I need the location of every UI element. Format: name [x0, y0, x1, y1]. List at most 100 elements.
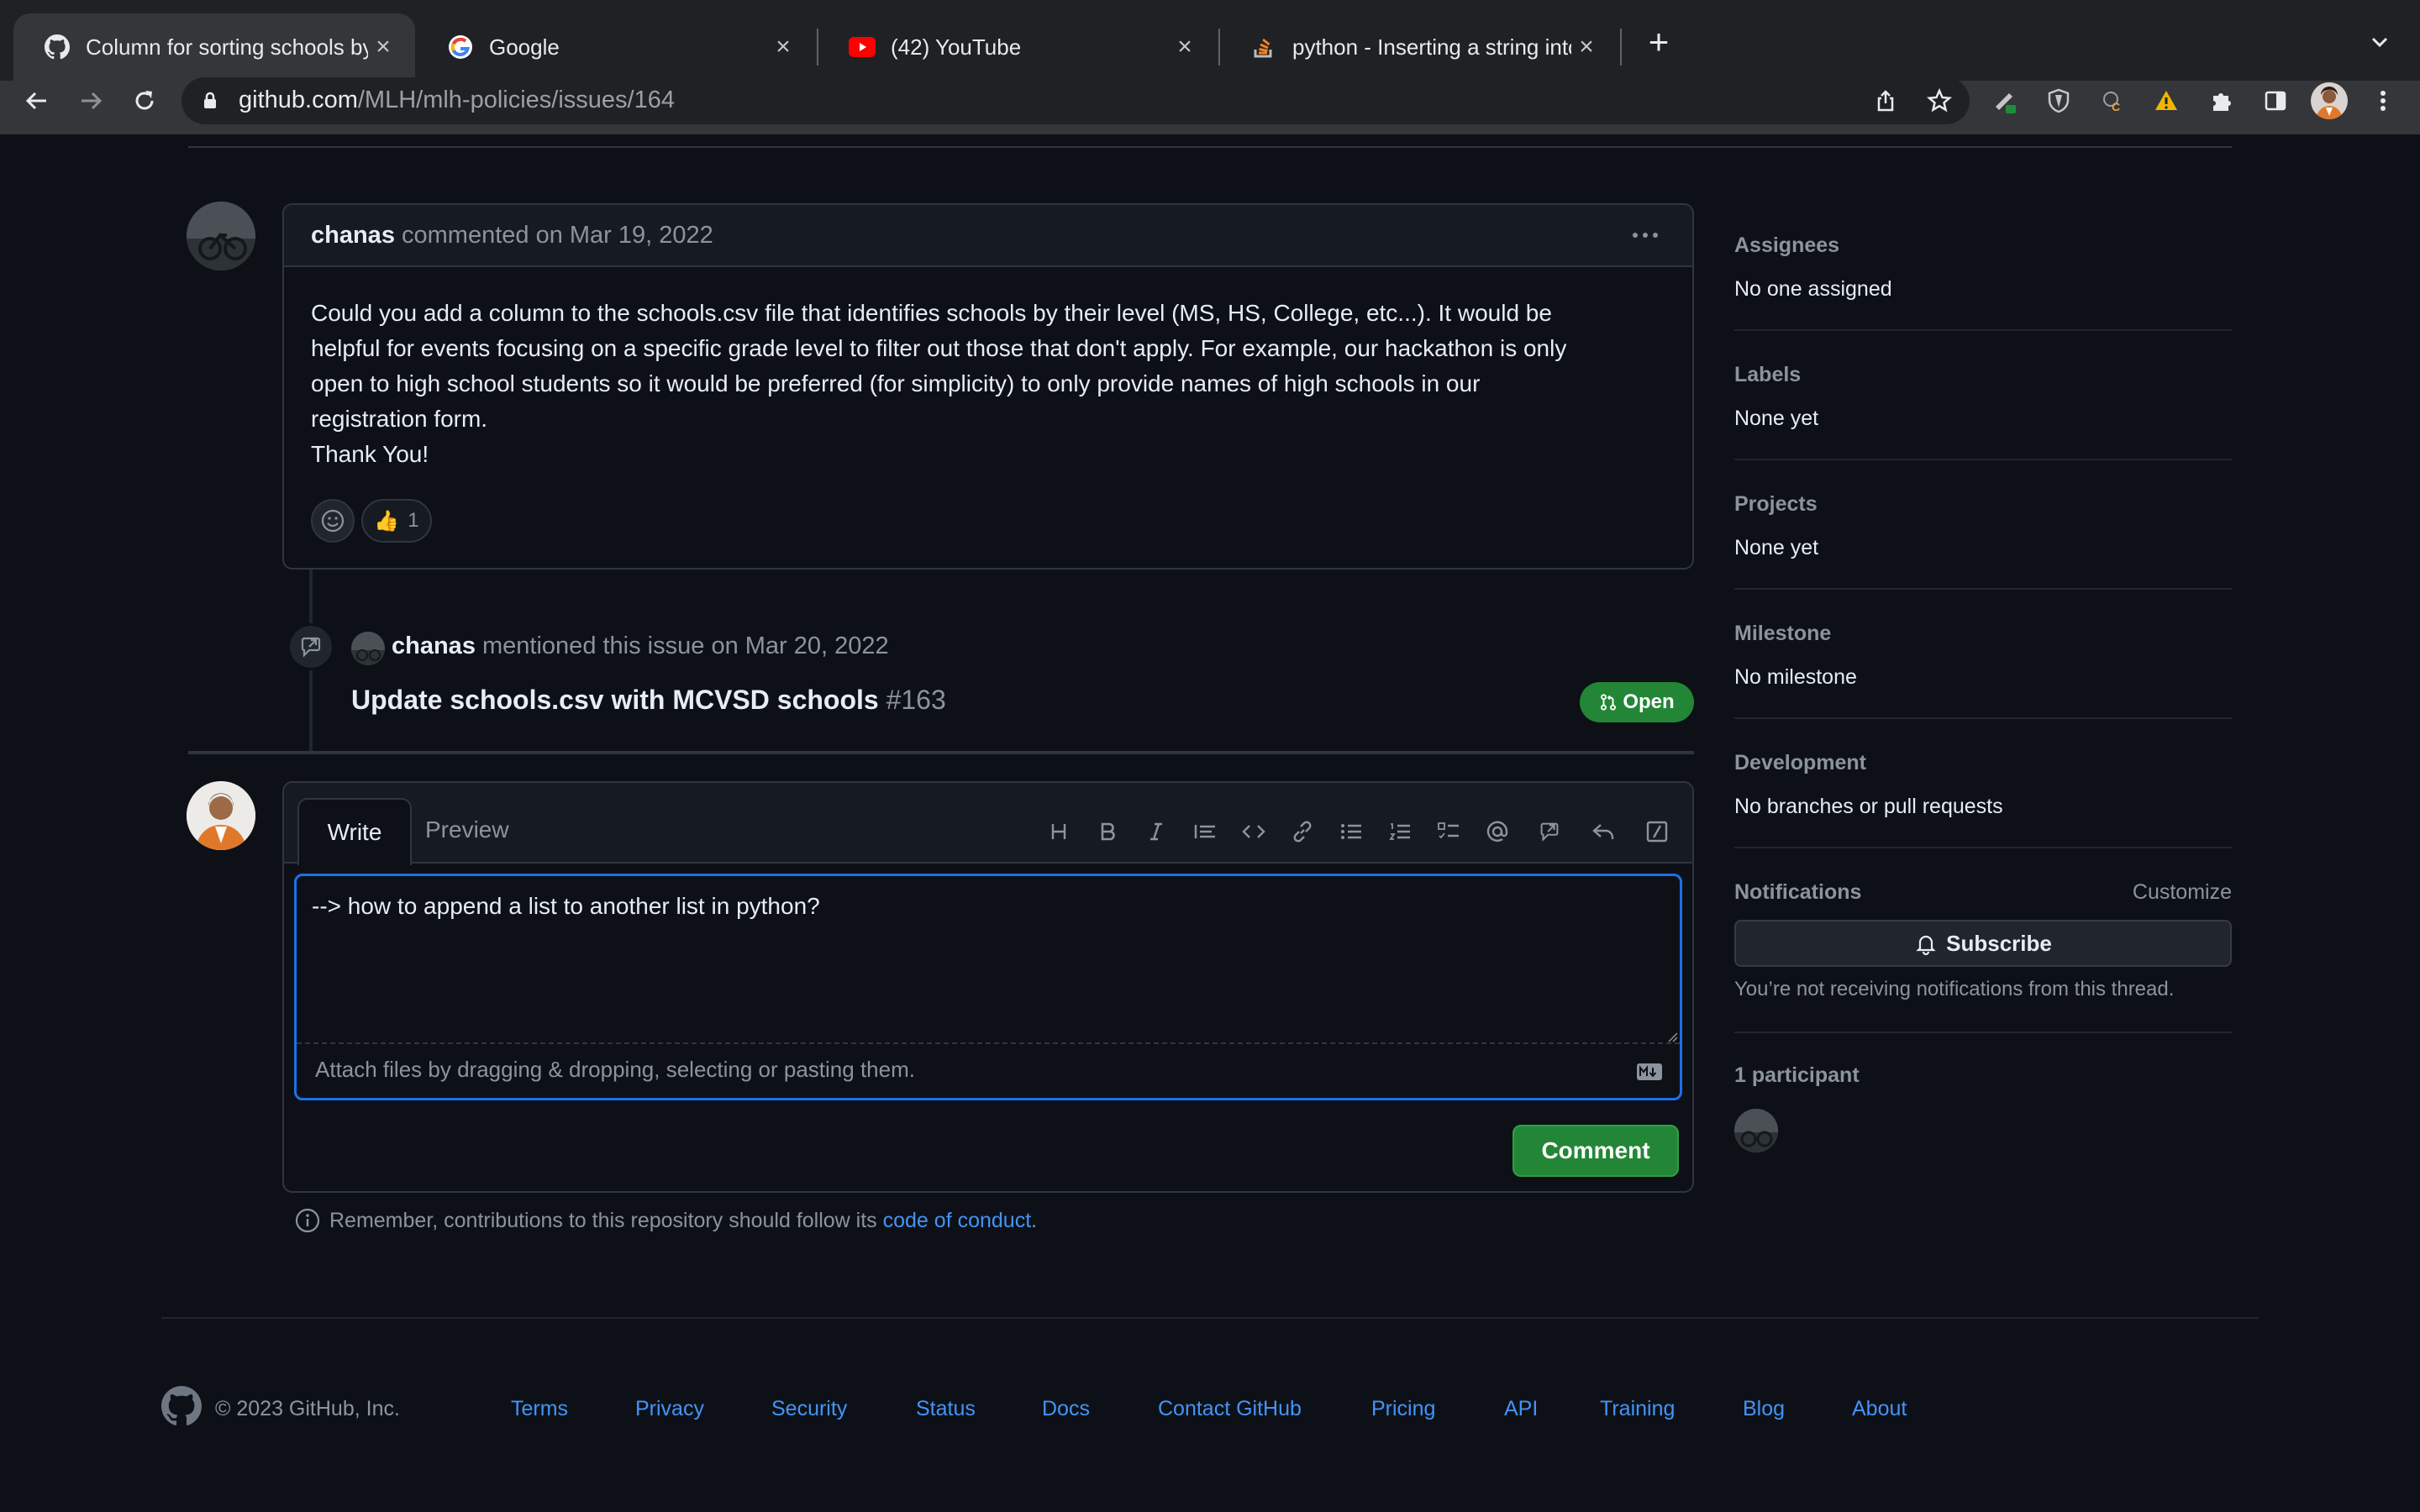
reload-icon[interactable]: [126, 82, 163, 119]
github-icon: [44, 34, 71, 60]
referenced-pr-link[interactable]: Update schools.csv with MCVSD schools #1…: [351, 685, 946, 716]
thumbs-up-reaction-button[interactable]: 👍 1: [361, 499, 432, 543]
tab-google[interactable]: Google ×: [417, 13, 815, 81]
comment-options-kebab-icon[interactable]: [1628, 222, 1662, 249]
code-of-conduct-link[interactable]: code of conduct: [883, 1209, 1032, 1232]
projects-label[interactable]: Projects: [1734, 492, 1818, 517]
footer-divider: [161, 1317, 2259, 1319]
mention-event-text: chanas mentioned this issue on Mar 20, 2…: [392, 633, 889, 660]
footer-link-pricing[interactable]: Pricing: [1371, 1397, 1435, 1421]
footer-link-status[interactable]: Status: [916, 1397, 976, 1421]
tab-preview[interactable]: Preview: [425, 816, 509, 843]
shield-extension-icon[interactable]: [2040, 82, 2077, 119]
footer-link-training[interactable]: Training: [1600, 1397, 1675, 1421]
milestone-label[interactable]: Milestone: [1734, 622, 1831, 646]
task-list-icon[interactable]: [1432, 815, 1465, 848]
sidebar-divider: [1734, 717, 2232, 719]
quote-icon[interactable]: [1188, 815, 1222, 848]
extensions-puzzle-icon[interactable]: [2203, 82, 2240, 119]
cross-reference-toolbar-icon[interactable]: [1533, 815, 1566, 848]
share-icon[interactable]: [1867, 82, 1904, 119]
close-tab-icon[interactable]: ×: [1571, 33, 1602, 61]
tab-github-issue[interactable]: Column for sorting schools by ×: [13, 13, 415, 81]
back-arrow-icon[interactable]: [18, 82, 55, 119]
footer-link-docs[interactable]: Docs: [1042, 1397, 1090, 1421]
markdown-icon[interactable]: [1636, 1063, 1663, 1081]
footer-link-privacy[interactable]: Privacy: [635, 1397, 704, 1421]
pen-extension-icon[interactable]: [1986, 82, 2023, 119]
close-tab-icon[interactable]: ×: [368, 33, 398, 61]
pr-state-label: Open: [1623, 690, 1675, 713]
unordered-list-icon[interactable]: [1334, 815, 1368, 848]
assignees-label[interactable]: Assignees: [1734, 234, 1839, 258]
footer-link-terms[interactable]: Terms: [511, 1397, 568, 1421]
new-tab-plus-icon[interactable]: +: [1640, 22, 1677, 61]
bold-icon[interactable]: [1091, 815, 1124, 848]
link-icon[interactable]: [1286, 815, 1319, 848]
close-tab-icon[interactable]: ×: [1170, 33, 1200, 61]
footer-link-security[interactable]: Security: [771, 1397, 847, 1421]
mention-author-link[interactable]: chanas: [392, 633, 476, 659]
subscribe-button[interactable]: Subscribe: [1734, 920, 2232, 967]
url-text[interactable]: github.com/MLH/mlh-policies/issues/164: [239, 87, 675, 114]
comment-author-link[interactable]: chanas: [311, 222, 395, 249]
sidebar-divider: [1734, 588, 2232, 590]
attach-files-hint[interactable]: Attach files by dragging & dropping, sel…: [315, 1057, 915, 1083]
participant-avatar[interactable]: [1734, 1109, 1778, 1152]
italic-icon[interactable]: [1139, 815, 1173, 848]
bell-icon: [1916, 935, 1936, 955]
comment-body-line: registration form.: [311, 406, 488, 432]
comment-body: Could you add a column to the schools.cs…: [311, 296, 1672, 472]
footer-link-blog[interactable]: Blog: [1743, 1397, 1785, 1421]
heading-icon[interactable]: [1042, 815, 1076, 848]
comment-textarea[interactable]: --> how to append a list to another list…: [297, 876, 1680, 1044]
tab-write[interactable]: Write: [297, 798, 412, 865]
sidebar-divider: [1734, 1032, 2232, 1033]
lock-icon[interactable]: [198, 89, 222, 113]
mention-meta[interactable]: mentioned this issue on Mar 20, 2022: [482, 633, 889, 659]
footer-link-about[interactable]: About: [1852, 1397, 1907, 1421]
code-icon[interactable]: [1237, 815, 1270, 848]
tab-stackoverflow[interactable]: python - Inserting a string into ×: [1220, 13, 1618, 81]
customize-link[interactable]: Customize: [2131, 880, 2232, 905]
comment-body-line: Could you add a column to the schools.cs…: [311, 300, 1552, 326]
comment-header-text: chanas commented on Mar 19, 2022: [311, 222, 713, 249]
github-footer-logo-icon[interactable]: [161, 1386, 202, 1426]
slash-commands-icon[interactable]: [1640, 815, 1674, 848]
resize-handle-icon[interactable]: [1666, 1031, 1678, 1042]
tab-search-chevron-down-icon[interactable]: [2363, 25, 2396, 59]
footer-link-api[interactable]: API: [1504, 1397, 1538, 1421]
comment-submit-button[interactable]: Comment: [1512, 1125, 1679, 1177]
reaction-count: 1: [408, 509, 419, 532]
development-label[interactable]: Development: [1734, 751, 1866, 775]
notifications-note: You’re not receiving notifications from …: [1734, 978, 2175, 1000]
tab-title: python - Inserting a string into: [1292, 34, 1571, 60]
pr-title: Update schools.csv with MCVSD schools: [351, 685, 879, 715]
svg-text:C: C: [2112, 100, 2120, 113]
mention-author-avatar[interactable]: [351, 632, 385, 665]
assignees-value: No one assigned: [1734, 277, 1892, 301]
subscribe-label: Subscribe: [1946, 930, 2052, 956]
commenter-avatar[interactable]: [187, 202, 255, 270]
current-user-avatar[interactable]: [187, 781, 255, 850]
mention-at-icon[interactable]: [1481, 815, 1514, 848]
cookie-extension-icon[interactable]: C: [2094, 82, 2131, 119]
browser-menu-kebab-icon[interactable]: [2365, 82, 2402, 119]
side-panel-icon[interactable]: [2257, 82, 2294, 119]
warning-triangle-extension-icon[interactable]: [2148, 82, 2185, 119]
conduct-note-text: Remember, contributions to this reposito…: [329, 1209, 877, 1232]
tab-separator: [1620, 29, 1622, 66]
comment-meta[interactable]: commented on Mar 19, 2022: [402, 222, 713, 249]
profile-avatar[interactable]: [2311, 82, 2348, 119]
forward-arrow-icon[interactable]: [72, 82, 109, 119]
ordered-list-icon[interactable]: [1383, 815, 1417, 848]
add-reaction-smiley-icon[interactable]: [311, 499, 355, 543]
close-tab-icon[interactable]: ×: [768, 33, 798, 61]
tab-youtube[interactable]: (42) YouTube ×: [818, 13, 1217, 81]
footer-link-contact[interactable]: Contact GitHub: [1158, 1397, 1302, 1421]
saved-reply-icon[interactable]: [1586, 815, 1620, 848]
bookmark-star-icon[interactable]: [1921, 82, 1958, 119]
comment-textarea-container: --> how to append a list to another list…: [294, 874, 1682, 1100]
notifications-label: Notifications: [1734, 880, 1862, 904]
labels-label[interactable]: Labels: [1734, 363, 1801, 387]
